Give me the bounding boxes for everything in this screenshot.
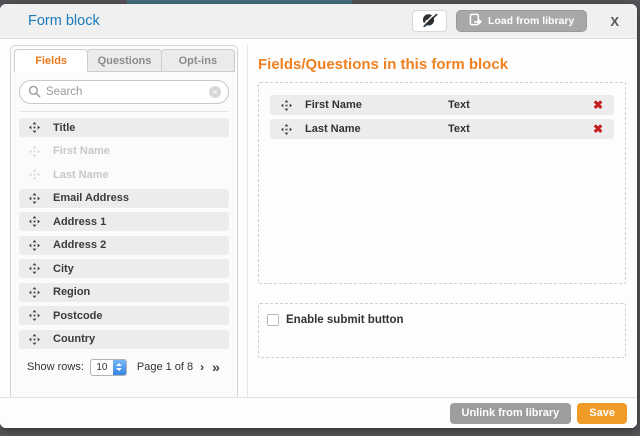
tab-questions[interactable]: Questions xyxy=(87,49,161,72)
field-item-address-1[interactable]: Address 1 xyxy=(19,212,229,231)
palette-icon xyxy=(420,11,438,32)
style-button[interactable] xyxy=(412,10,447,32)
close-icon[interactable]: X xyxy=(606,12,623,31)
page-title: Fields/Questions in this form block xyxy=(258,56,626,73)
fields-panel: Fields Questions Opt-ins × Title First xyxy=(10,45,238,400)
modal-title: Form block xyxy=(28,13,100,29)
enable-submit-label: Enable submit button xyxy=(286,314,404,326)
move-icon xyxy=(29,122,40,133)
search-box: × xyxy=(19,80,229,104)
field-item-last-name: Last Name xyxy=(19,165,229,184)
unlink-from-library-button[interactable]: Unlink from library xyxy=(450,403,572,424)
show-rows-label: Show rows: xyxy=(27,361,84,373)
save-button[interactable]: Save xyxy=(577,403,627,424)
clear-search-icon[interactable]: × xyxy=(209,86,221,98)
panel-tabs: Fields Questions Opt-ins xyxy=(11,49,237,72)
move-icon xyxy=(29,193,40,204)
move-icon xyxy=(29,287,40,298)
field-item-region[interactable]: Region xyxy=(19,283,229,302)
move-icon xyxy=(281,100,292,111)
enable-submit-checkbox[interactable] xyxy=(267,314,279,326)
move-icon xyxy=(281,124,292,135)
last-page-icon[interactable]: » xyxy=(211,359,221,375)
field-item-city[interactable]: City xyxy=(19,259,229,278)
library-icon xyxy=(469,13,482,29)
pagination: Show rows: 10 Page 1 of 8 › » xyxy=(11,359,237,376)
form-block-modal: Form block xyxy=(0,4,637,428)
field-item-country[interactable]: Country xyxy=(19,330,229,349)
modal-header: Form block xyxy=(0,4,637,39)
form-block-contents: Fields/Questions in this form block Firs… xyxy=(258,45,626,358)
field-item-title[interactable]: Title xyxy=(19,118,229,137)
field-item-email-address[interactable]: Email Address xyxy=(19,189,229,208)
move-icon xyxy=(29,216,40,227)
submit-option-box: Enable submit button xyxy=(258,303,626,358)
block-fields-dropzone: First Name Text ✖ Last Name Text ✖ xyxy=(258,82,626,284)
move-icon xyxy=(29,169,40,180)
show-rows-select[interactable]: 10 xyxy=(90,359,127,376)
chevron-up-down-icon xyxy=(113,360,126,375)
move-icon xyxy=(29,240,40,251)
field-item-address-2[interactable]: Address 2 xyxy=(19,236,229,255)
move-icon xyxy=(29,310,40,321)
block-row-first-name[interactable]: First Name Text ✖ xyxy=(270,95,614,115)
field-list: Title First Name Last Name Email Address… xyxy=(11,118,237,349)
tab-opt-ins[interactable]: Opt-ins xyxy=(161,49,235,72)
modal-footer: Unlink from library Save xyxy=(0,397,637,428)
search-divider xyxy=(19,111,229,112)
search-icon xyxy=(28,85,41,103)
load-from-library-button[interactable]: Load from library xyxy=(456,10,587,32)
block-row-last-name[interactable]: Last Name Text ✖ xyxy=(270,119,614,139)
search-input[interactable] xyxy=(19,80,229,104)
move-icon xyxy=(29,263,40,274)
move-icon xyxy=(29,146,40,157)
panel-divider xyxy=(247,45,248,397)
field-item-postcode[interactable]: Postcode xyxy=(19,306,229,325)
load-from-library-label: Load from library xyxy=(488,15,574,27)
show-rows-value: 10 xyxy=(91,362,113,373)
next-page-icon[interactable]: › xyxy=(199,360,205,374)
tab-fields[interactable]: Fields xyxy=(14,49,88,72)
delete-icon[interactable]: ✖ xyxy=(593,99,603,111)
move-icon xyxy=(29,334,40,345)
field-item-first-name: First Name xyxy=(19,142,229,161)
page-indicator: Page 1 of 8 xyxy=(137,361,193,373)
delete-icon[interactable]: ✖ xyxy=(593,123,603,135)
